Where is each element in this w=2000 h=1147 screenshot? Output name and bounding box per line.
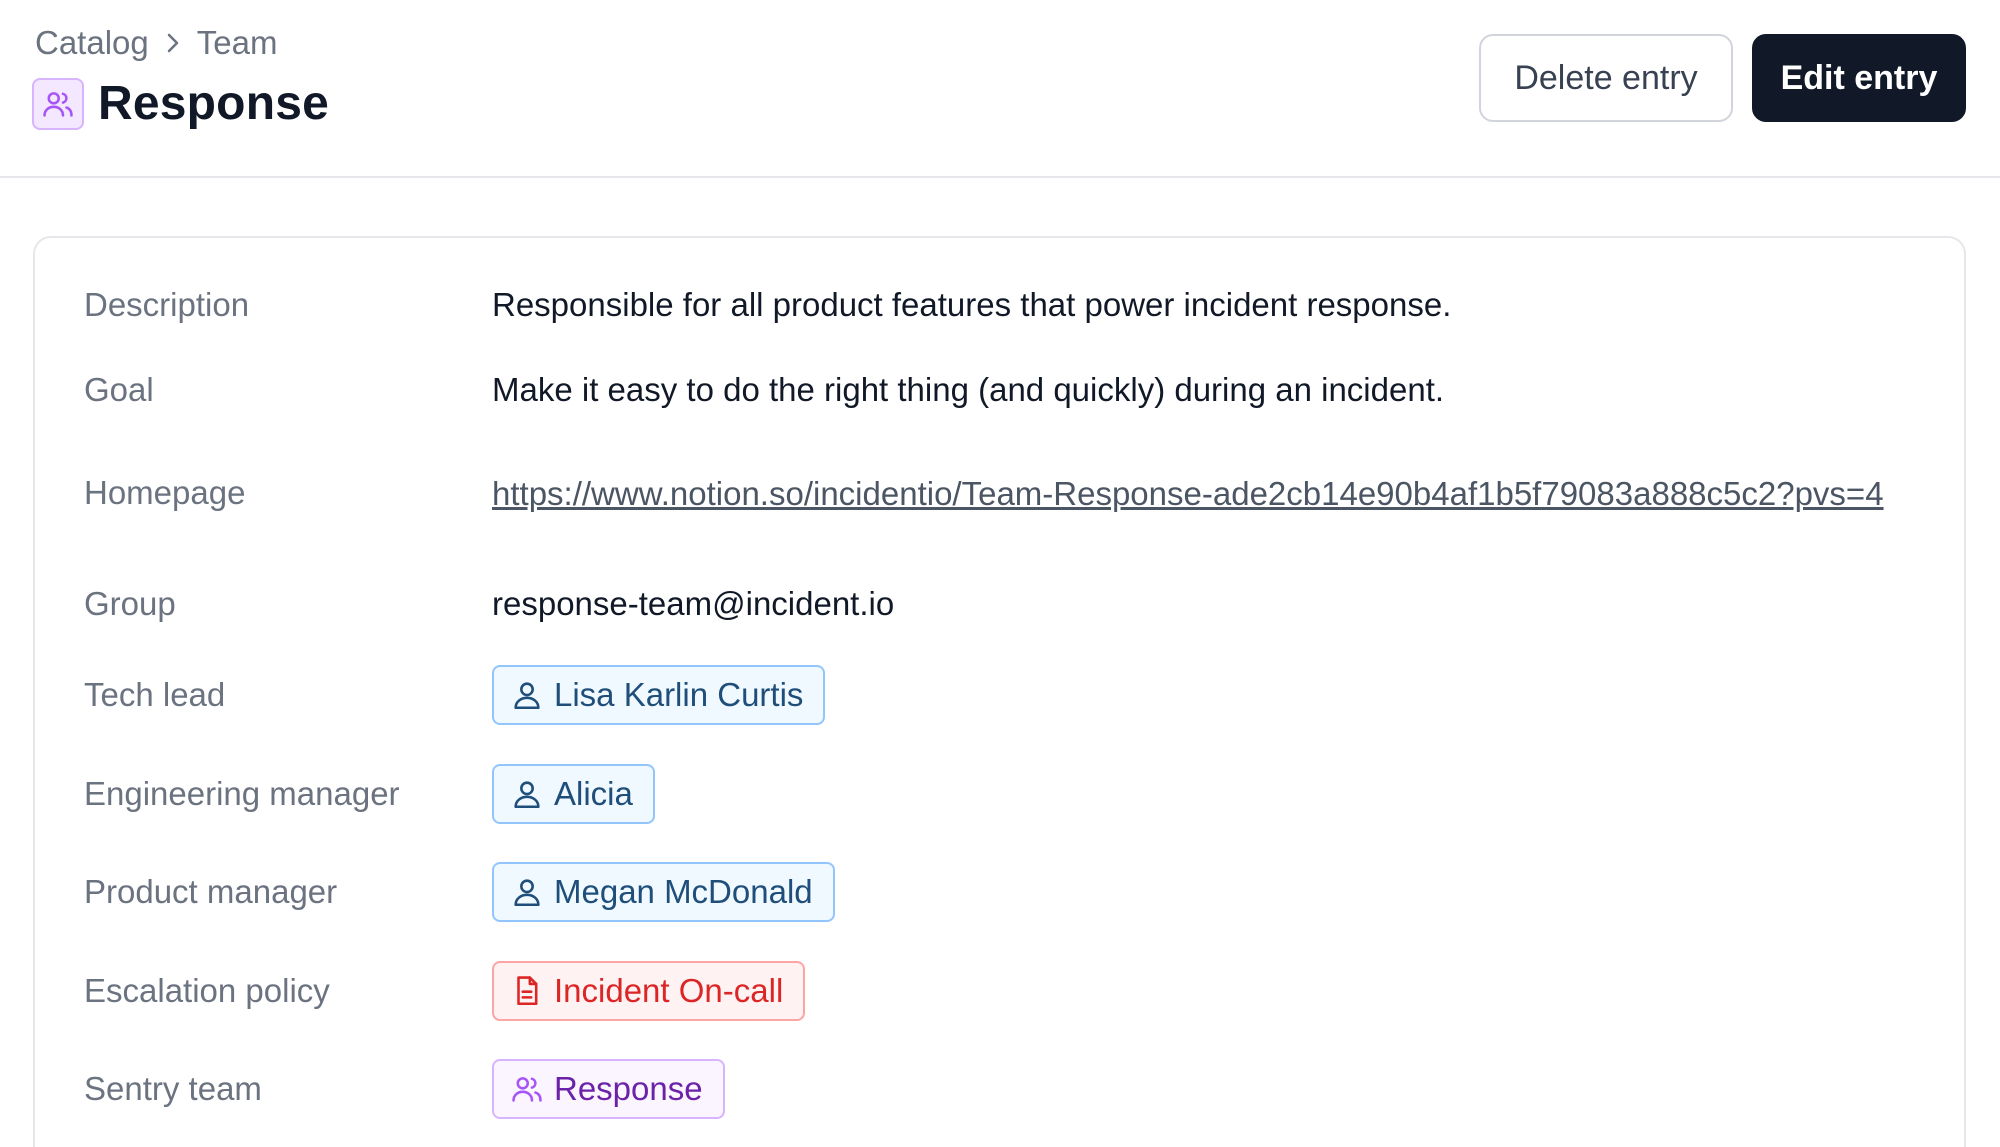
escalation-policy-pill[interactable]: Incident On-call (492, 961, 806, 1021)
homepage-value: https://www.notion.so/incidentio/Team-Re… (492, 470, 1942, 517)
field-row-product-manager: Product manager Megan McDonald (35, 860, 1968, 924)
field-label: Product manager (84, 873, 338, 910)
engineering-manager-value: Alicia (492, 764, 655, 824)
breadcrumb-team[interactable]: Team (197, 24, 278, 62)
breadcrumb: Catalog Team (35, 24, 277, 62)
sentry-team-pill[interactable]: Response (492, 1059, 725, 1119)
field-row-tech-lead: Tech lead Lisa Karlin Curtis (35, 663, 1968, 727)
escalation-policy-value: Incident On-call (492, 961, 806, 1021)
document-icon (517, 976, 538, 1006)
tech-lead-value: Lisa Karlin Curtis (492, 665, 826, 725)
page-header: Catalog Team Response Delete entry Edit … (0, 0, 2000, 178)
field-label: Homepage (84, 474, 246, 511)
product-manager-pill[interactable]: Megan McDonald (492, 862, 835, 922)
homepage-link[interactable]: https://www.notion.so/incidentio/Team-Re… (492, 470, 1942, 517)
user-icon (514, 879, 540, 907)
user-icon (514, 682, 540, 710)
field-label: Engineering manager (84, 775, 400, 812)
breadcrumb-catalog[interactable]: Catalog (35, 24, 149, 62)
sentry-team-name: Response (554, 1070, 703, 1107)
field-row-homepage: Homepage https://www.notion.so/incidenti… (35, 446, 1968, 540)
description-value: Responsible for all product features tha… (492, 286, 1452, 323)
field-label: Description (84, 286, 250, 323)
goal-value: Make it easy to do the right thing (and … (492, 371, 1445, 408)
group-value: response-team@incident.io (492, 585, 895, 622)
product-manager-name: Megan McDonald (554, 873, 813, 910)
field-row-escalation-policy: Escalation policy Incident On-call (35, 959, 1968, 1023)
field-row-goal: Goal Make it easy to do the right thing … (35, 365, 1968, 415)
engineering-manager-pill[interactable]: Alicia (492, 764, 655, 824)
users-icon (32, 77, 84, 130)
field-label: Goal (84, 371, 154, 408)
field-label: Sentry team (84, 1070, 262, 1107)
field-row-engineering-manager: Engineering manager Alicia (35, 762, 1968, 826)
engineering-manager-name: Alicia (554, 775, 633, 812)
tech-lead-pill[interactable]: Lisa Karlin Curtis (492, 665, 826, 725)
field-label: Tech lead (84, 676, 226, 713)
edit-entry-button[interactable]: Edit entry (1752, 34, 1966, 122)
escalation-policy-name: Incident On-call (554, 972, 784, 1009)
title-row: Response (32, 76, 329, 131)
field-label: Escalation policy (84, 972, 330, 1009)
entry-details-card: Description Responsible for all product … (33, 236, 1966, 1147)
field-label: Group (84, 585, 176, 622)
page-title: Response (98, 77, 330, 130)
product-manager-value: Megan McDonald (492, 862, 835, 922)
sentry-team-value: Response (492, 1059, 725, 1119)
users-icon (512, 1077, 542, 1102)
tech-lead-name: Lisa Karlin Curtis (554, 676, 804, 713)
field-row-group: Group response-team@incident.io (35, 579, 1968, 629)
field-row-description: Description Responsible for all product … (35, 280, 1968, 330)
field-row-sentry-team: Sentry team Response (35, 1057, 1968, 1121)
user-icon (514, 781, 540, 809)
delete-entry-button[interactable]: Delete entry (1479, 34, 1733, 122)
chevron-right-icon (163, 31, 183, 55)
